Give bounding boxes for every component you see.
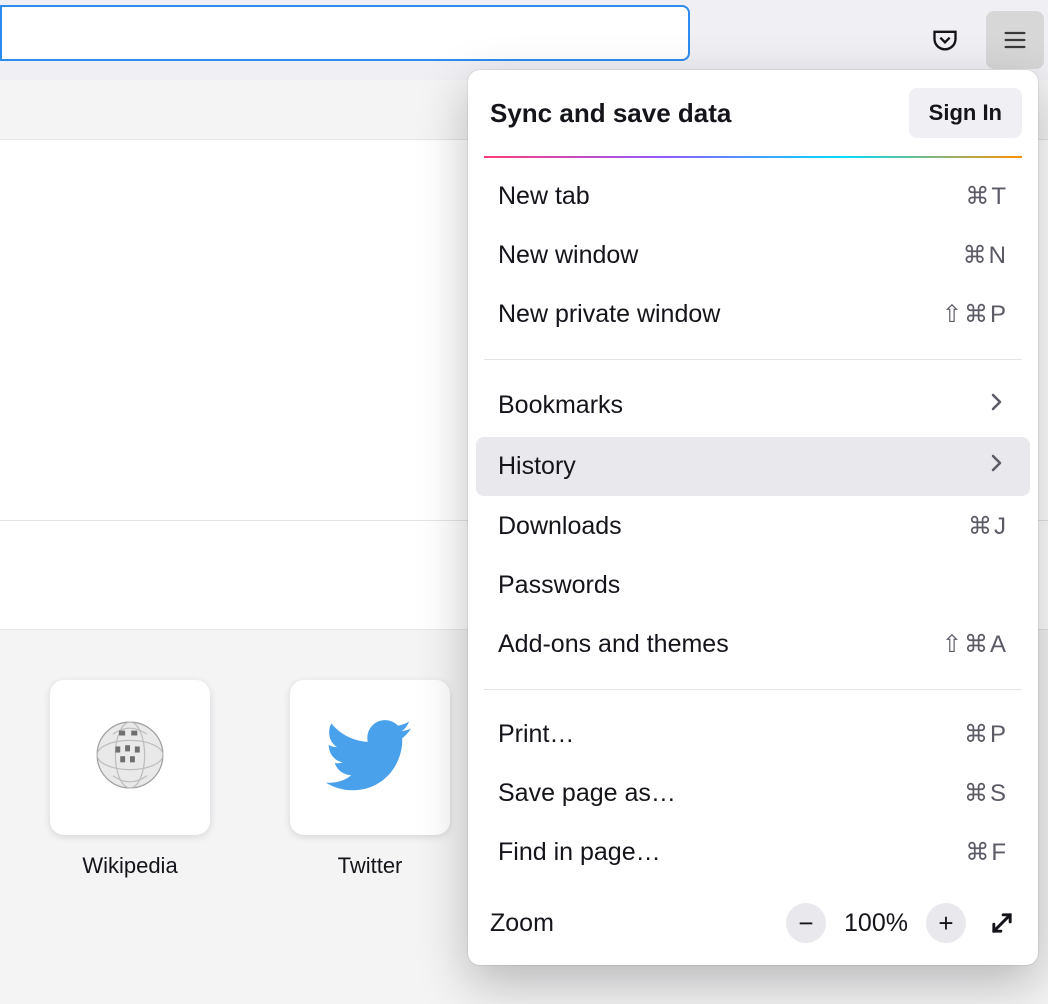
menu-item-history[interactable]: History [476,437,1030,496]
menu-item-label: Add-ons and themes [498,630,729,659]
top-site-twitter[interactable]: Twitter [290,680,450,879]
keyboard-shortcut: ⌘F [965,838,1008,867]
chevron-right-icon [984,390,1008,421]
menu-item-label: Bookmarks [498,391,623,420]
menu-item-zoom: Zoom − 100% + [468,891,1038,955]
pocket-icon[interactable] [916,11,974,69]
top-site-label: Twitter [290,853,450,879]
keyboard-shortcut: ⌘S [964,779,1008,808]
keyboard-shortcut: ⌘N [963,241,1008,270]
keyboard-shortcut: ⌘P [964,720,1008,749]
fullscreen-button[interactable] [982,903,1022,943]
menu-item-downloads[interactable]: Downloads ⌘J [476,498,1030,555]
menu-item-add-ons-and-themes[interactable]: Add-ons and themes ⇧⌘A [476,616,1030,673]
menu-item-bookmarks[interactable]: Bookmarks [476,376,1030,435]
menu-item-new-private-window[interactable]: New private window ⇧⌘P [476,286,1030,343]
menu-item-label: Passwords [498,571,620,600]
menu-item-label: Save page as… [498,779,676,808]
top-site-label: Wikipedia [50,853,210,879]
menu-item-label: New tab [498,182,590,211]
keyboard-shortcut: ⇧⌘A [942,630,1008,659]
zoom-in-button[interactable]: + [926,903,966,943]
divider [484,689,1022,690]
address-bar[interactable] [0,5,690,61]
browser-toolbar [0,0,1048,80]
top-site-wikipedia[interactable]: Wikipedia [50,680,210,879]
divider [484,359,1022,360]
menu-item-new-window[interactable]: New window ⌘N [476,227,1030,284]
zoom-value: 100% [842,909,910,938]
menu-item-label: Find in page… [498,838,661,867]
menu-item-label: Downloads [498,512,622,541]
menu-item-label: New window [498,241,638,270]
sign-in-button[interactable]: Sign In [909,88,1022,138]
twitter-logo-icon [325,710,415,805]
menu-item-label: History [498,452,576,481]
menu-item-new-tab[interactable]: New tab ⌘T [476,168,1030,225]
address-input[interactable] [2,7,688,59]
keyboard-shortcut: ⌘T [965,182,1008,211]
app-menu-panel: Sync and save data Sign In New tab⌘TNew … [468,70,1038,965]
top-sites: Wikipedia Twitter [50,680,450,879]
keyboard-shortcut: ⇧⌘P [942,300,1008,329]
menu-item-label: Print… [498,720,574,749]
keyboard-shortcut: ⌘J [968,512,1008,541]
menu-item-find-in-page[interactable]: Find in page… ⌘F [476,824,1030,881]
chevron-right-icon [984,451,1008,482]
zoom-out-button[interactable]: − [786,903,826,943]
hamburger-menu-button[interactable] [986,11,1044,69]
menu-item-save-page-as[interactable]: Save page as… ⌘S [476,765,1030,822]
wikipedia-logo-icon [91,716,169,799]
menu-item-print[interactable]: Print… ⌘P [476,706,1030,763]
zoom-label: Zoom [490,909,554,938]
sync-title: Sync and save data [490,98,731,129]
menu-item-label: New private window [498,300,720,329]
menu-item-passwords[interactable]: Passwords [476,557,1030,614]
